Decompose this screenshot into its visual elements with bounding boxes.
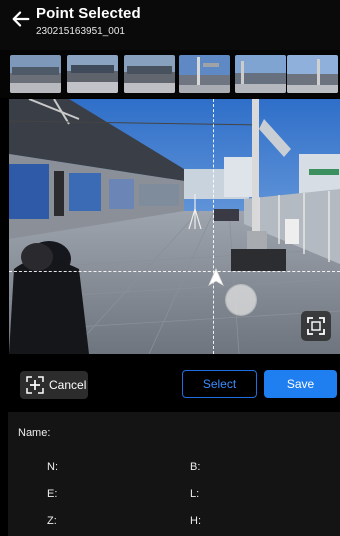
add-point-icon [26, 376, 44, 394]
panorama-image[interactable] [9, 99, 340, 354]
cancel-button[interactable]: Cancel [20, 371, 88, 399]
cancel-label: Cancel [49, 378, 87, 392]
save-button[interactable]: Save [264, 370, 337, 398]
fullscreen-icon [307, 317, 325, 335]
select-button[interactable]: Select [182, 370, 257, 398]
thumbnail-1[interactable] [10, 55, 61, 93]
arrow-left-icon[interactable] [10, 8, 32, 30]
thumbnail-4[interactable] [179, 55, 230, 93]
file-id: 230215163951_001 [36, 26, 125, 37]
n-label: N: [47, 461, 58, 473]
name-label: Name: [18, 427, 51, 439]
l-label: L: [190, 488, 200, 500]
fullscreen-button[interactable] [301, 311, 331, 341]
thumbnail-2[interactable] [67, 55, 118, 93]
thumbnail-strip [0, 50, 340, 98]
thumbnail-5[interactable] [235, 55, 286, 93]
action-bar: Cancel Select Save [0, 354, 340, 412]
top-bar: Point Selected 230215163951_001 [0, 0, 340, 50]
h-label: H: [190, 515, 201, 527]
e-label: E: [47, 488, 58, 500]
thumbnail-6[interactable] [287, 55, 338, 93]
page-title: Point Selected [36, 5, 141, 22]
cursor-arrow-icon [208, 268, 224, 286]
crosshair-vertical [213, 99, 214, 354]
b-label: B: [190, 461, 201, 473]
point-info-panel: Name: N: B: E: L: Z: H: [8, 412, 340, 536]
point-handle[interactable] [226, 285, 256, 315]
crosshair-horizontal [9, 271, 340, 272]
thumbnail-3[interactable] [124, 55, 175, 93]
z-label: Z: [47, 515, 57, 527]
panorama-viewer[interactable] [9, 99, 340, 354]
